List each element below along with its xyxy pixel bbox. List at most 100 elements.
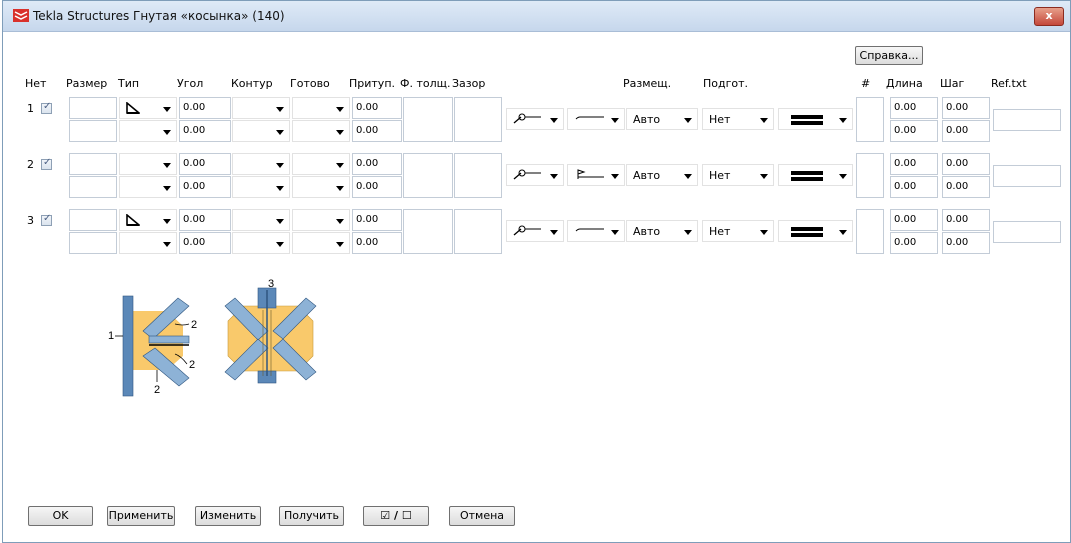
- length-bottom-input[interactable]: 0.00: [890, 120, 938, 142]
- contour-bottom-dropdown[interactable]: [232, 176, 290, 198]
- chevron-down-icon: [336, 242, 344, 247]
- length-bottom-input[interactable]: 0.00: [890, 232, 938, 254]
- chevron-down-icon: [839, 118, 847, 123]
- finish-bottom-dropdown[interactable]: [292, 232, 350, 254]
- size-bottom-input[interactable]: [69, 120, 117, 142]
- angle-top-input[interactable]: 0.00: [179, 97, 231, 119]
- help-button[interactable]: Справка...: [855, 46, 923, 65]
- get-button[interactable]: Получить: [279, 506, 344, 526]
- chevron-down-icon: [760, 174, 768, 179]
- size-bottom-input[interactable]: [69, 176, 117, 198]
- pitch-top-input[interactable]: 0.00: [942, 97, 990, 119]
- prep-top-input[interactable]: 0.00: [352, 153, 402, 175]
- double-line-icon: [791, 115, 823, 125]
- finish-top-dropdown[interactable]: [292, 153, 350, 175]
- apply-button[interactable]: Применить: [107, 506, 175, 526]
- gap-input[interactable]: [454, 209, 502, 254]
- weld-type-dropdown[interactable]: [567, 164, 625, 186]
- contour-bottom-dropdown[interactable]: [232, 232, 290, 254]
- angle-bottom-input[interactable]: 0.00: [179, 176, 231, 198]
- number-input[interactable]: [856, 97, 884, 142]
- reftext-input[interactable]: [993, 221, 1061, 243]
- finish-top-dropdown[interactable]: [292, 97, 350, 119]
- row-number: 3: [27, 214, 34, 227]
- toggle-all-button[interactable]: ☑ / ☐: [363, 506, 429, 526]
- modify-button[interactable]: Изменить: [195, 506, 261, 526]
- angle-top-input[interactable]: 0.00: [179, 153, 231, 175]
- reftext-input[interactable]: [993, 165, 1061, 187]
- finish-bottom-dropdown[interactable]: [292, 176, 350, 198]
- pitch-top-input[interactable]: 0.00: [942, 153, 990, 175]
- preparation-dropdown[interactable]: Нет: [702, 164, 774, 186]
- angle-bottom-input[interactable]: 0.00: [179, 232, 231, 254]
- length-top-input[interactable]: 0.00: [890, 153, 938, 175]
- row-enabled-checkbox[interactable]: [41, 101, 52, 114]
- length-top-input[interactable]: 0.00: [890, 209, 938, 231]
- finish-bottom-dropdown[interactable]: [292, 120, 350, 142]
- length-bottom-input[interactable]: 0.00: [890, 176, 938, 198]
- placement-dropdown[interactable]: Авто: [626, 108, 698, 130]
- chevron-down-icon: [839, 174, 847, 179]
- prep-bottom-input[interactable]: 0.00: [352, 176, 402, 198]
- pitch-bottom-input[interactable]: 0.00: [942, 176, 990, 198]
- number-input[interactable]: [856, 209, 884, 254]
- prep-bottom-input[interactable]: 0.00: [352, 120, 402, 142]
- contour-top-dropdown[interactable]: [232, 153, 290, 175]
- chevron-down-icon: [163, 130, 171, 135]
- row-enabled-checkbox[interactable]: [41, 157, 52, 170]
- prep-bottom-input[interactable]: 0.00: [352, 232, 402, 254]
- header-size: Размер: [66, 77, 108, 90]
- cancel-button[interactable]: Отмена: [449, 506, 515, 526]
- preparation-dropdown[interactable]: Нет: [702, 108, 774, 130]
- size-top-input[interactable]: [69, 97, 117, 119]
- title-bar[interactable]: Tekla Structures Гнутая «косынка» (140) …: [3, 1, 1070, 32]
- row-enabled-checkbox[interactable]: [41, 213, 52, 226]
- weld-type-dropdown[interactable]: [567, 108, 625, 130]
- close-button[interactable]: x: [1034, 7, 1064, 26]
- weld-arrow-icon: [513, 113, 541, 124]
- reftext-input[interactable]: [993, 109, 1061, 131]
- contour-top-dropdown[interactable]: [232, 209, 290, 231]
- weld-line-icon: [575, 228, 604, 232]
- type-top-dropdown[interactable]: [119, 153, 177, 175]
- gap-input[interactable]: [454, 97, 502, 142]
- contour-top-dropdown[interactable]: [232, 97, 290, 119]
- line-style-dropdown[interactable]: [778, 220, 853, 242]
- angle-top-input[interactable]: 0.00: [179, 209, 231, 231]
- window-title: Tekla Structures Гнутая «косынка» (140): [33, 9, 285, 23]
- eff-thickness-input[interactable]: [403, 209, 453, 254]
- type-bottom-dropdown[interactable]: [119, 120, 177, 142]
- type-top-dropdown[interactable]: [119, 97, 177, 119]
- finish-top-dropdown[interactable]: [292, 209, 350, 231]
- placement-dropdown[interactable]: Авто: [626, 220, 698, 242]
- length-top-input[interactable]: 0.00: [890, 97, 938, 119]
- contour-bottom-dropdown[interactable]: [232, 120, 290, 142]
- eff-thickness-input[interactable]: [403, 153, 453, 198]
- type-bottom-dropdown[interactable]: [119, 232, 177, 254]
- weld-symbol-dropdown[interactable]: [506, 220, 564, 242]
- chevron-down-icon: [684, 230, 692, 235]
- placement-dropdown[interactable]: Авто: [626, 164, 698, 186]
- pitch-bottom-input[interactable]: 0.00: [942, 120, 990, 142]
- pitch-bottom-input[interactable]: 0.00: [942, 232, 990, 254]
- preparation-dropdown[interactable]: Нет: [702, 220, 774, 242]
- number-input[interactable]: [856, 153, 884, 198]
- line-style-dropdown[interactable]: [778, 108, 853, 130]
- size-bottom-input[interactable]: [69, 232, 117, 254]
- weld-symbol-dropdown[interactable]: [506, 164, 564, 186]
- pitch-top-input[interactable]: 0.00: [942, 209, 990, 231]
- weld-symbol-dropdown[interactable]: [506, 108, 564, 130]
- gap-input[interactable]: [454, 153, 502, 198]
- weld-type-dropdown[interactable]: [567, 220, 625, 242]
- type-top-dropdown[interactable]: [119, 209, 177, 231]
- ok-button[interactable]: OK: [28, 506, 93, 526]
- type-bottom-dropdown[interactable]: [119, 176, 177, 198]
- size-top-input[interactable]: [69, 153, 117, 175]
- prep-top-input[interactable]: 0.00: [352, 97, 402, 119]
- line-style-dropdown[interactable]: [778, 164, 853, 186]
- size-top-input[interactable]: [69, 209, 117, 231]
- eff-thickness-input[interactable]: [403, 97, 453, 142]
- prep-top-input[interactable]: 0.00: [352, 209, 402, 231]
- tekla-logo-icon: [13, 9, 29, 22]
- angle-bottom-input[interactable]: 0.00: [179, 120, 231, 142]
